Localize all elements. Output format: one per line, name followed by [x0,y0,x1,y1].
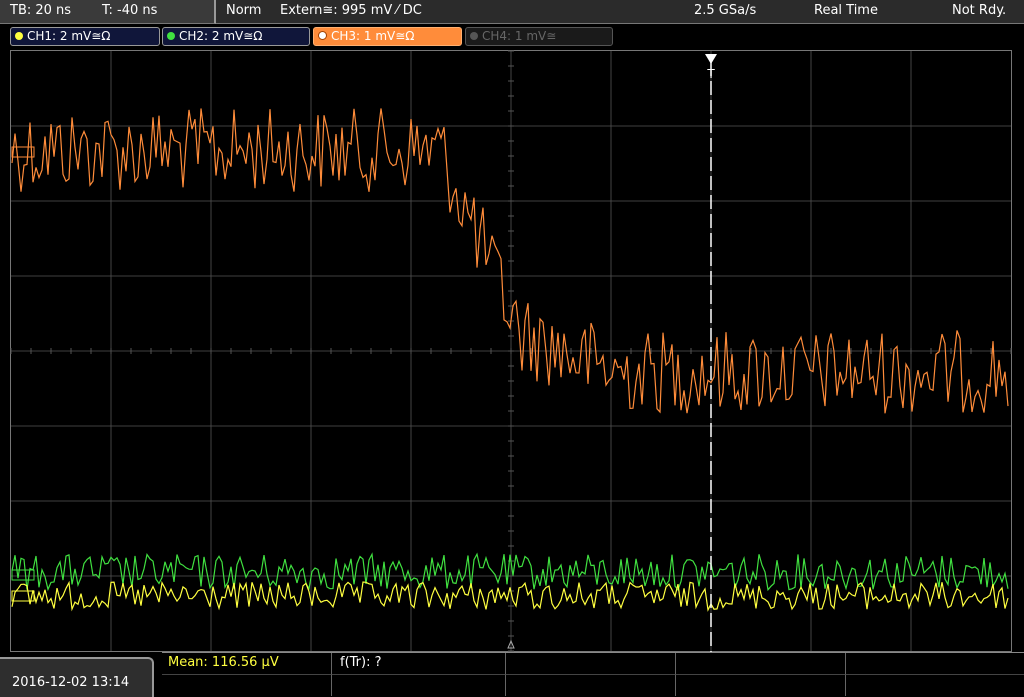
meas-cell-9[interactable] [676,674,846,696]
ch3-offset-icon [11,146,35,158]
meas-cell-5[interactable] [846,653,1024,674]
mean-measurement: Mean: 116.56 µV [168,655,279,670]
meas-cell-3[interactable] [506,653,676,674]
ch3-offset-marker[interactable] [11,146,35,158]
trigger-marker[interactable]: T [705,54,717,652]
meas-cell-10[interactable] [846,674,1024,696]
meas-cell-8[interactable] [506,674,676,696]
measurement-table[interactable]: Mean: 116.56 µV f(Tr): ? [162,652,1024,696]
trigger-arrow-icon [705,54,717,64]
ftr-measurement: f(Tr): ? [340,655,382,670]
meas-cell-7[interactable] [332,674,506,696]
waveform-plot: T [10,50,1012,652]
mean-cell[interactable]: Mean: 116.56 µV [162,653,332,674]
meas-cell-6[interactable] [162,674,332,696]
trigger-marker-label: T [706,67,715,81]
meas-cell-4[interactable] [676,653,846,674]
ch2-offset-icon [11,569,35,581]
datetime-panel: 2016-12-02 13:14 [0,657,154,697]
waveform-traces [11,108,1009,612]
ftr-cell[interactable]: f(Tr): ? [332,653,506,674]
datetime-label: 2016-12-02 13:14 [12,675,130,690]
ch2-offset-marker[interactable] [11,569,35,581]
